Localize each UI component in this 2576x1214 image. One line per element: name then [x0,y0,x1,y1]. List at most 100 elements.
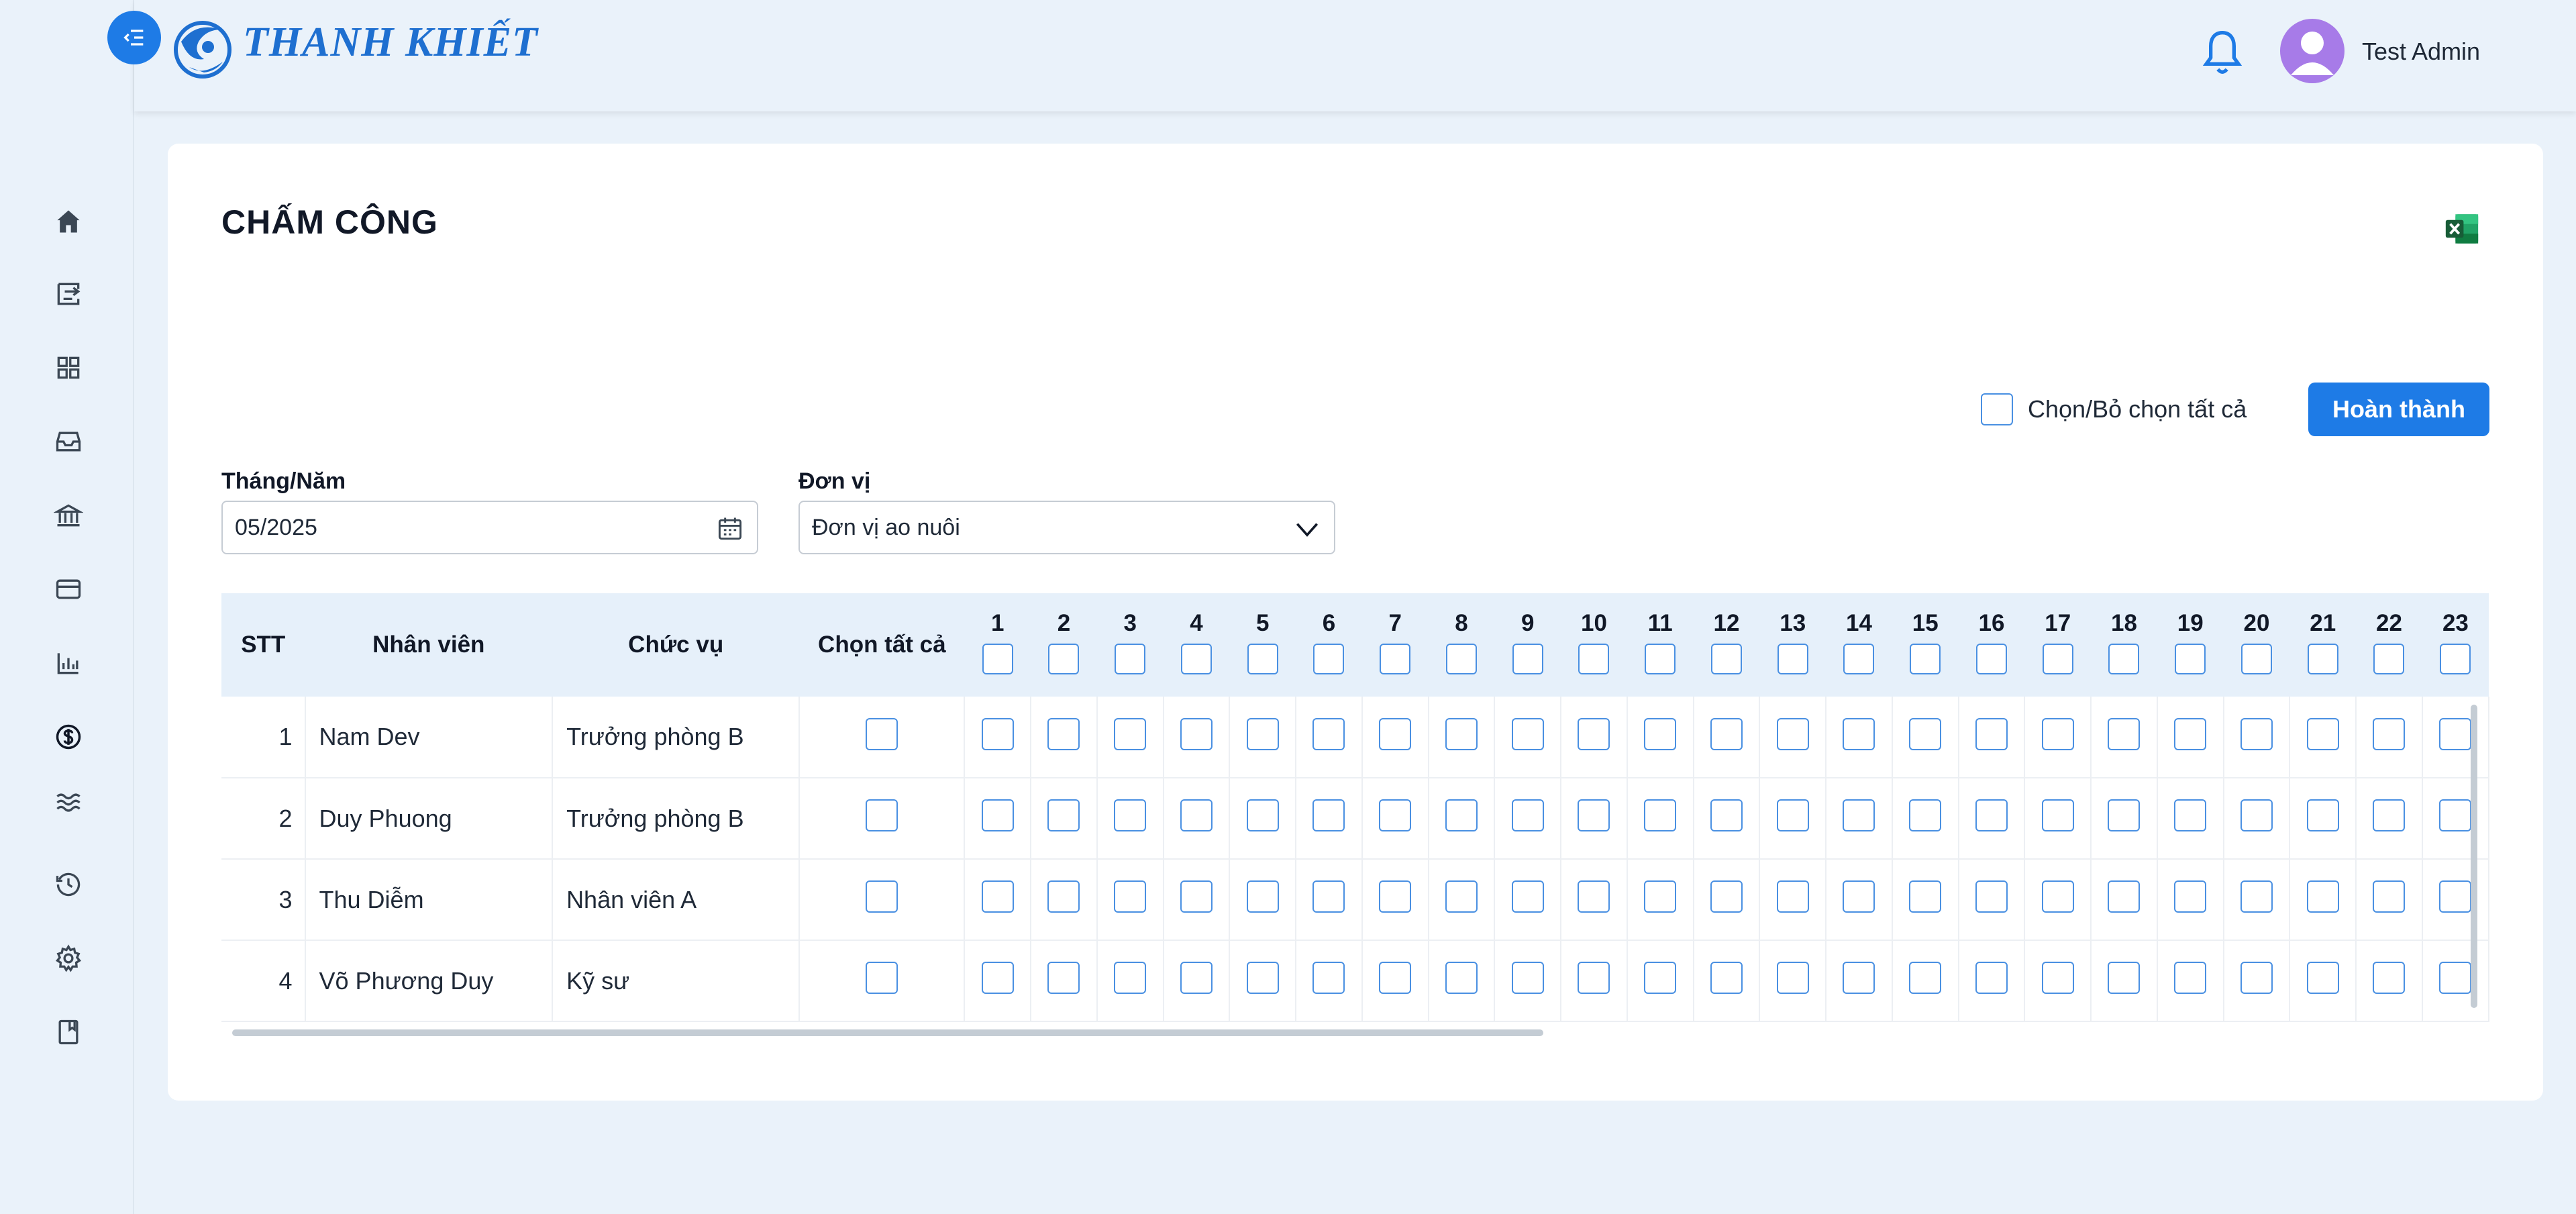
select-all-checkbox[interactable] [1981,393,2013,425]
row-select-all-checkbox[interactable] [866,880,898,913]
month-picker-input[interactable]: 05/2025 [221,501,758,554]
day-attendance-checkbox[interactable] [2041,962,2074,994]
day-attendance-checkbox[interactable] [1312,717,1345,750]
day-select-checkbox[interactable] [2307,643,2338,674]
bell-icon[interactable] [2201,27,2244,78]
day-select-checkbox[interactable] [1975,643,2007,674]
waves-icon[interactable] [52,787,85,819]
day-attendance-checkbox[interactable] [1379,717,1412,750]
bank-icon[interactable] [52,499,85,532]
day-select-checkbox[interactable] [1512,643,1543,674]
day-attendance-checkbox[interactable] [1379,799,1412,831]
day-select-checkbox[interactable] [1048,643,1080,674]
day-attendance-checkbox[interactable] [1511,962,1544,994]
horizontal-scrollbar[interactable] [232,1029,1543,1036]
vertical-scrollbar[interactable] [2471,705,2477,1008]
day-attendance-checkbox[interactable] [1975,717,2008,750]
day-select-checkbox[interactable] [2373,643,2405,674]
day-attendance-checkbox[interactable] [1975,880,2008,913]
day-attendance-checkbox[interactable] [2373,799,2406,831]
day-attendance-checkbox[interactable] [1511,799,1544,831]
day-attendance-checkbox[interactable] [1379,962,1412,994]
day-attendance-checkbox[interactable] [1511,880,1544,913]
day-attendance-checkbox[interactable] [1909,799,1942,831]
day-attendance-checkbox[interactable] [2373,880,2406,913]
day-select-checkbox[interactable] [1910,643,1941,674]
day-select-checkbox[interactable] [1578,643,1610,674]
grid-icon[interactable] [52,352,85,384]
day-attendance-checkbox[interactable] [1909,880,1942,913]
day-select-checkbox[interactable] [1380,643,1411,674]
day-attendance-checkbox[interactable] [1445,880,1478,913]
day-select-checkbox[interactable] [1710,643,1742,674]
day-attendance-checkbox[interactable] [2306,880,2339,913]
day-select-checkbox[interactable] [1247,643,1278,674]
day-attendance-checkbox[interactable] [1312,962,1345,994]
day-attendance-checkbox[interactable] [2439,717,2472,750]
sidebar-toggle-button[interactable] [107,11,161,64]
day-attendance-checkbox[interactable] [2439,799,2472,831]
complete-button[interactable]: Hoàn thành [2308,383,2489,436]
day-attendance-checkbox[interactable] [1246,880,1279,913]
gear-icon[interactable] [52,942,85,974]
day-attendance-checkbox[interactable] [1776,962,1809,994]
day-attendance-checkbox[interactable] [2174,880,2207,913]
transfer-icon[interactable] [52,278,85,310]
day-attendance-checkbox[interactable] [1180,799,1213,831]
day-attendance-checkbox[interactable] [1047,799,1080,831]
day-attendance-checkbox[interactable] [2240,717,2273,750]
day-attendance-checkbox[interactable] [981,880,1014,913]
select-all-toggle[interactable]: Chọn/Bỏ chọn tất cả [1981,393,2247,425]
avatar[interactable] [2280,19,2345,83]
row-select-all-checkbox[interactable] [866,799,898,831]
day-attendance-checkbox[interactable] [1047,962,1080,994]
day-attendance-checkbox[interactable] [1246,962,1279,994]
chart-icon[interactable] [52,647,85,679]
attendance-table-container[interactable]: STT Nhân viên Chức vụ Chọn tất cả 123456… [221,593,2489,1047]
day-attendance-checkbox[interactable] [1644,880,1677,913]
excel-export-icon[interactable] [2442,209,2481,248]
day-attendance-checkbox[interactable] [2174,962,2207,994]
day-select-checkbox[interactable] [1180,643,1212,674]
day-attendance-checkbox[interactable] [1180,717,1213,750]
row-select-all-checkbox[interactable] [866,717,898,750]
day-attendance-checkbox[interactable] [1710,962,1743,994]
day-attendance-checkbox[interactable] [2108,962,2141,994]
day-attendance-checkbox[interactable] [1843,799,1875,831]
day-attendance-checkbox[interactable] [1047,880,1080,913]
card-icon[interactable] [52,573,85,605]
day-attendance-checkbox[interactable] [1445,717,1478,750]
day-attendance-checkbox[interactable] [1909,962,1942,994]
day-attendance-checkbox[interactable] [1047,717,1080,750]
row-select-all-checkbox[interactable] [866,962,898,994]
book-icon[interactable] [52,1016,85,1048]
day-attendance-checkbox[interactable] [1180,880,1213,913]
day-select-checkbox[interactable] [982,643,1013,674]
day-attendance-checkbox[interactable] [2041,717,2074,750]
day-attendance-checkbox[interactable] [1114,717,1147,750]
unit-select[interactable]: Đơn vị ao nuôi [798,501,1335,554]
day-attendance-checkbox[interactable] [2373,717,2406,750]
day-select-checkbox[interactable] [1645,643,1676,674]
day-attendance-checkbox[interactable] [1776,880,1809,913]
day-attendance-checkbox[interactable] [2174,717,2207,750]
day-attendance-checkbox[interactable] [2240,880,2273,913]
day-attendance-checkbox[interactable] [1445,962,1478,994]
calendar-icon[interactable] [715,514,745,544]
day-attendance-checkbox[interactable] [1379,880,1412,913]
day-attendance-checkbox[interactable] [1710,799,1743,831]
day-attendance-checkbox[interactable] [1776,799,1809,831]
day-select-checkbox[interactable] [1777,643,1808,674]
day-attendance-checkbox[interactable] [1114,880,1147,913]
day-attendance-checkbox[interactable] [2108,717,2141,750]
day-attendance-checkbox[interactable] [1578,880,1610,913]
day-attendance-checkbox[interactable] [2306,717,2339,750]
dollar-icon[interactable] [52,721,85,753]
chevron-down-icon[interactable] [1292,514,1322,544]
day-attendance-checkbox[interactable] [1578,799,1610,831]
day-select-checkbox[interactable] [2240,643,2272,674]
day-attendance-checkbox[interactable] [1710,880,1743,913]
day-attendance-checkbox[interactable] [2108,880,2141,913]
day-attendance-checkbox[interactable] [2041,880,2074,913]
day-attendance-checkbox[interactable] [2439,962,2472,994]
